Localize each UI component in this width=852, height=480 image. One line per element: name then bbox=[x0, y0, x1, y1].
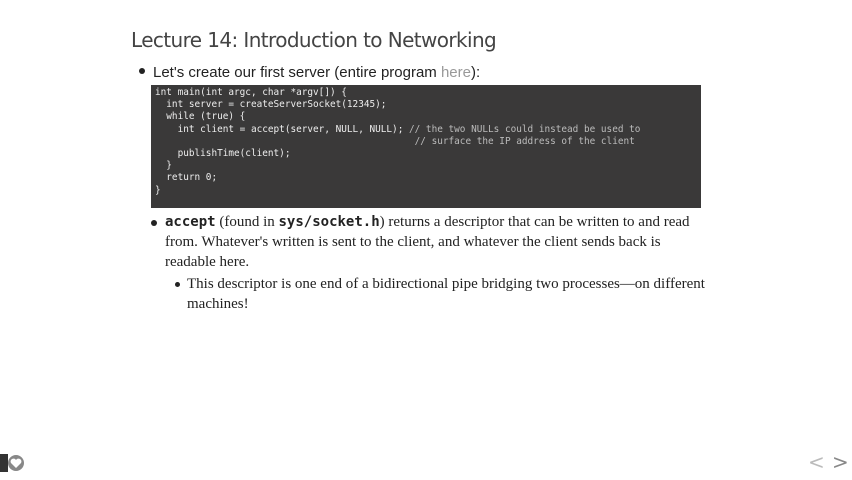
bullet-dot bbox=[175, 282, 180, 287]
accept-text-1: (found in bbox=[215, 214, 279, 230]
descriptor-text: This descriptor is one end of a bidirect… bbox=[187, 276, 705, 312]
code-line-9: } bbox=[155, 184, 161, 196]
chevron-right-icon[interactable]: > bbox=[832, 450, 849, 474]
code-line-1: int main(int argc, char *argv[]) { bbox=[155, 87, 347, 98]
code-line-4: int client = accept(server, NULL, NULL); bbox=[155, 123, 404, 135]
bullet-accept: accept (found in sys/socket.h) returns a… bbox=[151, 212, 711, 272]
code-block: int main(int argc, char *argv[]) { int s… bbox=[151, 85, 701, 208]
bullet-dot bbox=[151, 220, 157, 226]
code-comment-1: // the two NULLs could instead be used t… bbox=[403, 123, 641, 135]
code-line-3: while (true) { bbox=[155, 111, 246, 123]
code-line-8: return 0; bbox=[155, 172, 218, 184]
code-line-2: int server = createServerSocket(12345); bbox=[155, 99, 387, 111]
code-line-7: } bbox=[155, 160, 172, 172]
bullet-intro-end: ): bbox=[471, 64, 481, 81]
accept-code: accept bbox=[165, 214, 216, 230]
bullet-dot bbox=[139, 68, 145, 75]
code-line-6: publishTime(client); bbox=[155, 148, 291, 160]
bullet-intro: Let's create our first server (entire pr… bbox=[139, 64, 480, 81]
code-comment-2: // surface the IP address of the client bbox=[414, 135, 635, 147]
bullet-descriptor: This descriptor is one end of a bidirect… bbox=[175, 274, 715, 314]
program-link[interactable]: here bbox=[441, 64, 471, 81]
socket-header-code: sys/socket.h bbox=[278, 214, 380, 230]
heart-icon[interactable] bbox=[0, 452, 26, 474]
chevron-left-icon[interactable]: < bbox=[808, 450, 825, 474]
bullet-intro-text: Let's create our first server (entire pr… bbox=[153, 64, 441, 81]
slide-title: Lecture 14: Introduction to Networking bbox=[131, 28, 497, 52]
